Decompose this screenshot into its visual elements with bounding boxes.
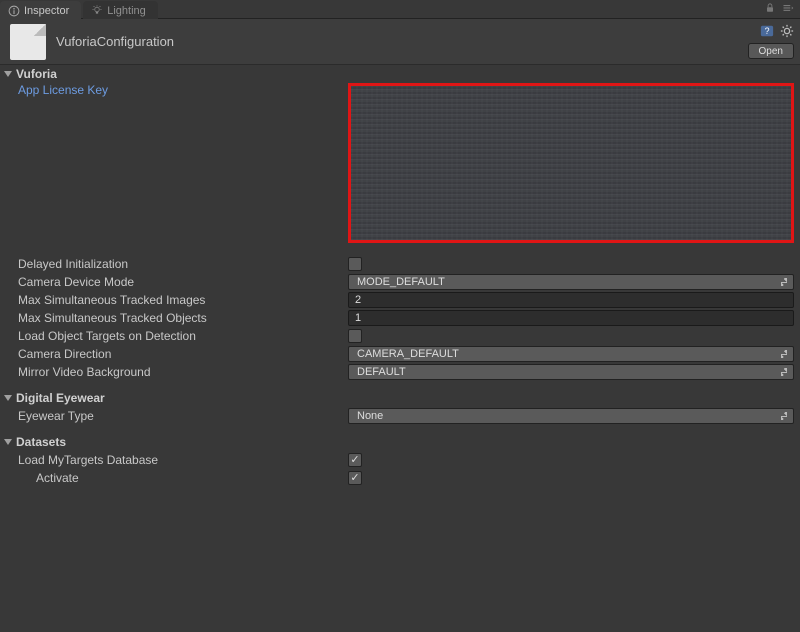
activate-checkbox[interactable] <box>348 471 362 485</box>
redacted-license-overlay <box>351 86 791 240</box>
load-mytargets-label: Load MyTargets Database <box>18 453 348 467</box>
tab-lighting-label: Lighting <box>107 5 146 17</box>
eyewear-type-dropdown[interactable]: None <box>348 408 794 424</box>
delayed-init-label: Delayed Initialization <box>18 257 348 271</box>
mirror-video-value: DEFAULT <box>357 366 406 378</box>
max-objects-value: 1 <box>355 312 361 324</box>
load-mytargets-checkbox[interactable] <box>348 453 362 467</box>
camera-device-mode-value: MODE_DEFAULT <box>357 276 445 288</box>
camera-device-mode-dropdown[interactable]: MODE_DEFAULT <box>348 274 794 290</box>
camera-device-mode-label: Camera Device Mode <box>18 275 348 289</box>
section-vuforia-title: Vuforia <box>16 67 57 81</box>
section-datasets-title: Datasets <box>16 435 66 449</box>
svg-text:?: ? <box>765 26 770 36</box>
info-icon <box>8 5 20 17</box>
tab-inspector[interactable]: Inspector <box>0 1 81 19</box>
max-objects-label: Max Simultaneous Tracked Objects <box>18 311 348 325</box>
max-images-label: Max Simultaneous Tracked Images <box>18 293 348 307</box>
open-button-label: Open <box>759 46 783 57</box>
tab-bar: Inspector Lighting <box>0 0 800 19</box>
eyewear-type-value: None <box>357 410 383 422</box>
max-images-value: 2 <box>355 294 361 306</box>
foldout-icon <box>4 395 12 401</box>
asset-header: VuforiaConfiguration ? Open <box>0 19 800 65</box>
delayed-init-checkbox[interactable] <box>348 257 362 271</box>
foldout-icon <box>4 71 12 77</box>
section-digital-eyewear-title: Digital Eyewear <box>16 391 105 405</box>
app-license-key-field[interactable] <box>348 83 794 243</box>
tab-inspector-label: Inspector <box>24 5 69 17</box>
gear-icon[interactable] <box>780 24 794 41</box>
section-digital-eyewear-header[interactable]: Digital Eyewear <box>0 389 800 407</box>
camera-direction-label: Camera Direction <box>18 347 348 361</box>
camera-direction-dropdown[interactable]: CAMERA_DEFAULT <box>348 346 794 362</box>
mirror-video-label: Mirror Video Background <box>18 365 348 379</box>
camera-direction-value: CAMERA_DEFAULT <box>357 348 459 360</box>
load-object-targets-label: Load Object Targets on Detection <box>18 329 348 343</box>
lock-icon[interactable] <box>764 2 776 17</box>
foldout-icon <box>4 439 12 445</box>
app-license-key-label[interactable]: App License Key <box>18 83 348 97</box>
asset-title: VuforiaConfiguration <box>56 34 174 49</box>
max-objects-field[interactable]: 1 <box>348 310 794 326</box>
help-icon[interactable]: ? <box>760 24 774 41</box>
load-object-targets-checkbox[interactable] <box>348 329 362 343</box>
lighting-icon <box>91 5 103 17</box>
max-images-field[interactable]: 2 <box>348 292 794 308</box>
mirror-video-dropdown[interactable]: DEFAULT <box>348 364 794 380</box>
section-datasets-header[interactable]: Datasets <box>0 433 800 451</box>
tab-lighting[interactable]: Lighting <box>83 1 158 19</box>
open-button[interactable]: Open <box>748 43 794 59</box>
activate-label: Activate <box>36 471 348 485</box>
file-icon <box>10 24 46 60</box>
popup-menu-icon[interactable] <box>782 2 794 17</box>
eyewear-type-label: Eyewear Type <box>18 409 348 423</box>
section-vuforia-header[interactable]: Vuforia <box>0 65 800 83</box>
